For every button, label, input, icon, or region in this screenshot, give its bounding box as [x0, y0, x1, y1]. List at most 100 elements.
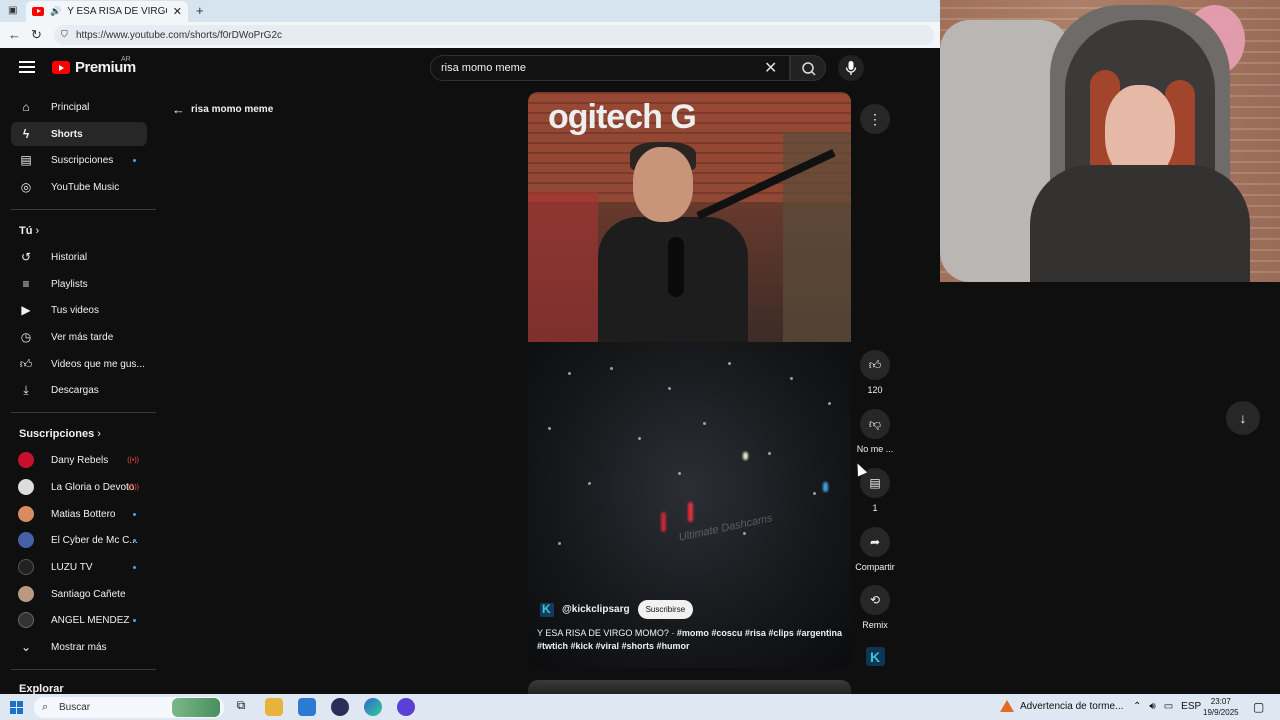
music-icon: ◎: [20, 180, 32, 194]
reload-icon[interactable]: ↻: [31, 28, 42, 41]
sidebar-item-ver-mas-tarde[interactable]: ◷ Ver más tarde: [11, 325, 147, 349]
sidebar-channel[interactable]: El Cyber de Mc C...: [11, 528, 147, 552]
tab-actions-icon[interactable]: ▣: [8, 4, 17, 17]
audio-source-thumbnail[interactable]: [866, 647, 885, 666]
like-action: 👍︎ 120: [852, 350, 898, 395]
subscriptions-heading[interactable]: Suscripciones ›: [19, 428, 101, 440]
taskbar-search[interactable]: ⌕ Buscar: [34, 697, 224, 718]
youtube-favicon-icon: [32, 7, 44, 16]
remix-button[interactable]: ⟲: [860, 585, 890, 615]
chevron-right-icon: ›: [97, 428, 101, 440]
sidebar-item-shorts[interactable]: ϟ Shorts: [11, 122, 147, 146]
share-button[interactable]: ➦: [860, 527, 890, 557]
you-heading[interactable]: Tú ›: [19, 225, 39, 237]
app-icon[interactable]: [331, 698, 349, 716]
menu-icon[interactable]: [19, 61, 35, 73]
tab-title: Y ESA RISA DE VIRGO M: [67, 6, 167, 17]
show-more-button[interactable]: ⌄ Mostrar más: [11, 635, 147, 659]
sidebar-channel[interactable]: Santiago Cañete: [11, 582, 147, 606]
sidebar-channel[interactable]: La Gloria o Devoto ((•)): [11, 475, 147, 499]
edge-browser-icon[interactable]: [364, 698, 382, 716]
voice-search-button[interactable]: [838, 55, 864, 81]
sidebar-item-principal[interactable]: ⌂ Principal: [11, 95, 147, 119]
notifications-icon[interactable]: ▢: [1253, 700, 1264, 714]
sidebar-item-tus-videos[interactable]: ▶ Tus videos: [11, 298, 147, 322]
channel-avatar[interactable]: [540, 602, 554, 617]
divider: [11, 412, 156, 413]
url-field[interactable]: ⛉ https://www.youtube.com/shorts/f0rDWoP…: [54, 25, 934, 45]
clear-search-icon[interactable]: ✕: [764, 58, 777, 78]
sidebar-item-descargas[interactable]: ⤓ Descargas: [11, 378, 147, 402]
sidebar-item-label: Principal: [51, 101, 90, 113]
search-icon: ⌕: [42, 701, 49, 713]
weather-widget[interactable]: Advertencia de torme...: [1000, 700, 1123, 712]
browser-tab[interactable]: 🔊 Y ESA RISA DE VIRGO M ✕: [26, 1, 188, 22]
channel-name: El Cyber de Mc C...: [51, 534, 138, 546]
sidebar-item-label: Playlists: [51, 278, 88, 290]
channel-avatar: [18, 586, 34, 602]
sidebar-item-liked-videos[interactable]: 👍︎ Videos que me gus...: [11, 352, 147, 376]
show-more-label: Mostrar más: [51, 641, 107, 653]
streaming-app-icon[interactable]: [397, 698, 415, 716]
like-button[interactable]: 👍︎: [860, 350, 890, 380]
new-content-dot: [133, 566, 136, 569]
site-info-icon[interactable]: ⛉: [61, 29, 68, 40]
search-button[interactable]: [790, 55, 826, 81]
clock-time: 23:07: [1210, 697, 1231, 706]
dislike-button[interactable]: 👎︎: [860, 409, 890, 439]
more-options-button[interactable]: ⋮: [860, 104, 890, 134]
search-value: risa momo meme: [441, 62, 526, 74]
more-vert-icon: ⋮: [868, 110, 882, 127]
sidebar-item-label: Historial: [51, 251, 88, 263]
new-tab-icon[interactable]: +: [196, 4, 204, 17]
playlist-icon: ≡: [22, 277, 30, 291]
speaker-icon[interactable]: 🔊: [50, 6, 61, 17]
sidebar-item-youtube-music[interactable]: ◎ YouTube Music: [11, 175, 147, 199]
sidebar-channel[interactable]: Dany Rebels ((•)): [11, 448, 147, 472]
chevron-up-icon[interactable]: ⌃: [1133, 701, 1141, 712]
divider: [11, 209, 156, 210]
sidebar-item-label: Videos que me gus...: [51, 358, 145, 370]
channel-handle[interactable]: @kickclipsarg: [562, 604, 630, 615]
arrow-left-icon: ←: [172, 102, 185, 117]
channel-name: La Gloria o Devoto: [51, 481, 135, 493]
new-content-dot: [133, 513, 136, 516]
channel-row: @kickclipsarg Suscribirse: [540, 600, 694, 619]
network-icon[interactable]: ▭: [1164, 701, 1173, 712]
comment-count: 1: [872, 503, 878, 513]
subscribe-button[interactable]: Suscribirse: [637, 600, 694, 619]
channel-avatar: [18, 452, 34, 468]
remix-icon: ⟲: [869, 593, 881, 607]
sidebar-item-suscripciones[interactable]: ▤ Suscripciones: [11, 148, 147, 172]
back-label: risa momo meme: [191, 104, 274, 115]
divider: [11, 669, 156, 670]
file-explorer-icon[interactable]: [265, 698, 283, 716]
channel-name: Santiago Cañete: [51, 588, 126, 600]
store-icon[interactable]: [298, 698, 316, 716]
sidebar-channel[interactable]: LUZU TV: [11, 555, 147, 579]
back-to-search-button[interactable]: ← risa momo meme: [172, 102, 273, 117]
language-indicator[interactable]: ESP: [1181, 701, 1201, 712]
next-short-button[interactable]: ↓: [1226, 401, 1260, 435]
close-tab-icon[interactable]: ✕: [173, 5, 182, 18]
search-input[interactable]: risa momo meme: [430, 55, 790, 81]
youtube-premium-logo[interactable]: Premium AR: [52, 56, 136, 76]
back-arrow-icon[interactable]: ←: [8, 28, 21, 41]
short-video-player[interactable]: ogitech G Ultimate Dashcams @kickclipsar…: [528, 92, 851, 668]
channel-name: Matias Bottero: [51, 508, 116, 520]
volume-icon[interactable]: 🔊︎: [1149, 701, 1155, 712]
sidebar-item-historial[interactable]: ↺ Historial: [11, 245, 147, 269]
clock[interactable]: 23:07 19/9/2025: [1203, 696, 1239, 718]
video-caption: Y ESA RISA DE VIRGO MOMO? · #momo #coscu…: [537, 627, 842, 653]
share-icon: ➦: [869, 535, 881, 549]
sidebar-channel[interactable]: Matias Bottero: [11, 502, 147, 526]
windows-start-icon[interactable]: [10, 701, 23, 714]
sidebar-item-label: Ver más tarde: [51, 331, 114, 343]
download-icon: ⤓: [23, 382, 29, 397]
sidebar-channel[interactable]: ANGEL MENDEZ: [11, 608, 147, 632]
sidebar-item-playlists[interactable]: ≡ Playlists: [11, 272, 147, 296]
task-view-icon[interactable]: ⧉: [232, 698, 250, 716]
your-videos-icon: ▶: [21, 303, 31, 317]
new-content-dot: [133, 159, 136, 162]
new-content-dot: [133, 539, 136, 542]
